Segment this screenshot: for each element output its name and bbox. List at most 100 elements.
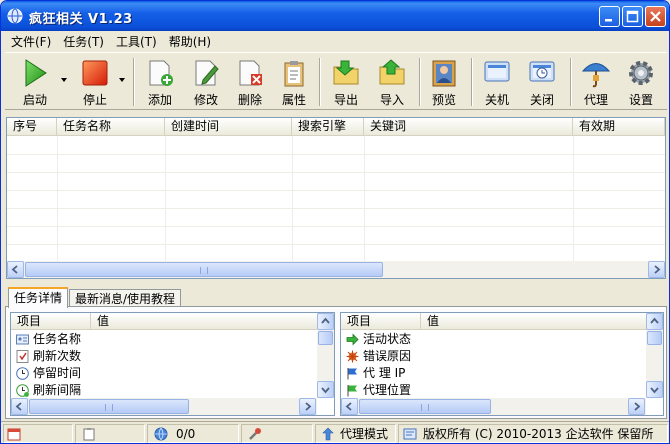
- chevron-down-icon: [321, 387, 330, 394]
- list-item[interactable]: 刷新次数: [11, 348, 317, 365]
- details-left-header: 项目 值: [11, 313, 317, 330]
- horizontal-scrollbar[interactable]: [7, 261, 665, 278]
- scroll-right-button[interactable]: [628, 398, 645, 415]
- add-button[interactable]: 添加: [139, 56, 181, 108]
- monitor-icon: [484, 61, 510, 82]
- scroll-thumb[interactable]: [29, 399, 189, 414]
- scroll-down-button[interactable]: [646, 381, 663, 398]
- properties-button[interactable]: 属性: [273, 56, 315, 108]
- info-card-icon: [403, 428, 417, 440]
- edit-document-icon: [195, 60, 219, 86]
- settings-button[interactable]: 设置: [619, 56, 663, 108]
- green-flag-icon: [347, 385, 357, 397]
- menu-tools[interactable]: 工具(T): [110, 33, 163, 50]
- column-header[interactable]: 创建时间: [165, 118, 292, 136]
- scroll-thumb[interactable]: [318, 331, 333, 345]
- maximize-button[interactable]: [622, 6, 643, 27]
- proxy-button[interactable]: 代理: [575, 56, 617, 108]
- column-header[interactable]: 值: [91, 313, 317, 330]
- horizontal-scrollbar[interactable]: [341, 398, 646, 415]
- scroll-thumb[interactable]: [647, 331, 662, 345]
- task-list[interactable]: 序号 任务名称 创建时间 搜索引擎 关键词 有效期: [6, 117, 666, 279]
- menu-help[interactable]: 帮助(H): [163, 33, 217, 50]
- blue-flag-icon: [347, 368, 357, 380]
- row-label: 活动状态: [363, 332, 412, 346]
- scroll-left-button[interactable]: [11, 398, 28, 415]
- scroll-right-button[interactable]: [648, 261, 665, 278]
- vertical-scrollbar[interactable]: [317, 313, 334, 398]
- scroll-left-button[interactable]: [7, 261, 24, 278]
- start-button[interactable]: 启动: [11, 56, 59, 108]
- shutdown-button[interactable]: 关机: [476, 56, 518, 108]
- list-item[interactable]: 任务名称: [11, 331, 317, 348]
- delete-button[interactable]: 删除: [229, 56, 271, 108]
- close-app-label: 关闭: [529, 93, 554, 107]
- list-item[interactable]: 错误原因: [341, 348, 646, 365]
- scroll-left-button[interactable]: [341, 398, 358, 415]
- chevron-down-icon[interactable]: [118, 76, 126, 84]
- column-header[interactable]: 有效期: [573, 118, 665, 136]
- preview-label: 预览: [431, 93, 456, 107]
- card-icon: [16, 334, 29, 345]
- chevron-down-icon[interactable]: [60, 76, 68, 84]
- close-button[interactable]: [645, 6, 666, 27]
- list-item[interactable]: 刷新间隔: [11, 382, 317, 399]
- import-label: 导入: [379, 93, 404, 107]
- row-label: 停留时间: [33, 366, 82, 380]
- title-bar[interactable]: 疯狂相关 V1.23: [1, 1, 669, 31]
- scroll-up-button[interactable]: [646, 313, 663, 330]
- details-right-list[interactable]: 项目 值 活动状态 错误原因 代 理 IP 代理位置: [340, 312, 664, 416]
- menu-file[interactable]: 文件(F): [5, 33, 57, 50]
- tab-task-details[interactable]: 任务详情: [8, 287, 69, 308]
- row-label: 代理位置: [363, 383, 412, 397]
- task-details-panel: 项目 值 任务名称 刷新次数 停留时间 刷新间隔 项目 值 活动状态 错误原因 …: [5, 306, 667, 419]
- scroll-thumb[interactable]: [25, 262, 383, 277]
- list-item[interactable]: 代理位置: [341, 382, 646, 399]
- list-item[interactable]: 活动状态: [341, 331, 646, 348]
- column-header[interactable]: 值: [421, 313, 646, 330]
- error-bug-icon: [346, 350, 359, 363]
- row-label: 刷新次数: [33, 349, 82, 363]
- export-button[interactable]: 导出: [325, 56, 367, 108]
- interval-clock-icon: [16, 384, 29, 397]
- status-pane-calendar: [3, 424, 73, 443]
- edit-label: 修改: [193, 93, 218, 107]
- minimize-button[interactable]: [599, 6, 620, 27]
- settings-label: 设置: [628, 93, 653, 107]
- scroll-thumb[interactable]: [359, 399, 491, 414]
- preview-button[interactable]: 预览: [423, 56, 465, 108]
- column-header[interactable]: 序号: [7, 118, 57, 136]
- vertical-scrollbar[interactable]: [646, 313, 663, 398]
- task-list-header: 序号 任务名称 创建时间 搜索引擎 关键词 有效期: [7, 118, 665, 136]
- column-header[interactable]: 关键词: [364, 118, 573, 136]
- scroll-right-button[interactable]: [299, 398, 316, 415]
- column-header[interactable]: 项目: [11, 313, 91, 330]
- scroll-grip: [421, 404, 429, 411]
- horizontal-scrollbar[interactable]: [11, 398, 317, 415]
- details-left-list[interactable]: 项目 值 任务名称 刷新次数 停留时间 刷新间隔: [10, 312, 335, 416]
- column-header[interactable]: 任务名称: [57, 118, 165, 136]
- edit-button[interactable]: 修改: [185, 56, 227, 108]
- preview-person-icon: [432, 60, 456, 87]
- column-header[interactable]: 搜索引擎: [292, 118, 364, 136]
- umbrella-icon: [581, 63, 611, 88]
- scroll-up-button[interactable]: [317, 313, 334, 330]
- close-app-button[interactable]: 关闭: [521, 56, 563, 108]
- refresh-count-icon: [16, 350, 29, 363]
- column-header[interactable]: 项目: [341, 313, 421, 330]
- globe-icon: [7, 8, 23, 24]
- clipboard-small-icon: [83, 428, 95, 441]
- list-item[interactable]: 停留时间: [11, 365, 317, 382]
- grid-line: [7, 172, 665, 173]
- scroll-down-button[interactable]: [317, 381, 334, 398]
- list-item[interactable]: 代 理 IP: [341, 365, 646, 382]
- import-button[interactable]: 导入: [371, 56, 413, 108]
- gear-icon: [629, 61, 653, 85]
- menu-bar: 文件(F) 任务(T) 工具(T) 帮助(H): [1, 31, 669, 51]
- delete-document-icon: [239, 60, 262, 86]
- chevron-left-icon: [345, 402, 352, 411]
- stop-button[interactable]: 停止: [71, 56, 119, 108]
- stop-label: 停止: [82, 93, 107, 107]
- clipboard-icon: [284, 61, 304, 87]
- menu-task[interactable]: 任务(T): [57, 33, 110, 50]
